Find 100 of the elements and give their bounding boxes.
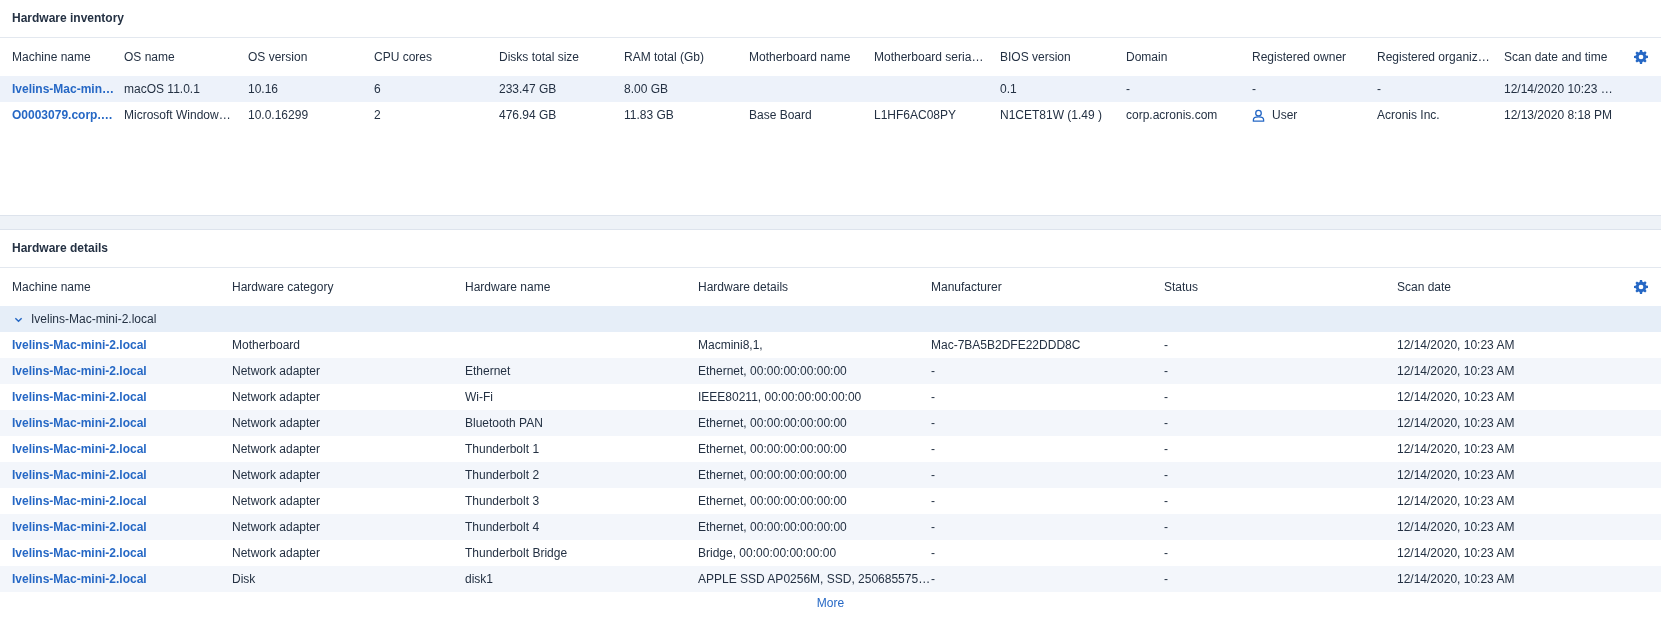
table-cell: 0.1 (1000, 82, 1017, 96)
group-label: Ivelins-Mac-mini-2.local (31, 312, 157, 326)
table-cell: Thunderbolt 1 (465, 442, 540, 456)
settings-icon[interactable] (1634, 50, 1648, 64)
column-header[interactable]: Scan date (1397, 280, 1452, 294)
table-cell: Macmini8,1, (698, 338, 763, 352)
table-cell: - (1164, 494, 1168, 508)
table-cell: 8.00 GB (624, 82, 669, 96)
column-header[interactable]: Manufacturer (931, 280, 1002, 294)
table-cell: - (931, 572, 935, 586)
column-header[interactable]: Machine name (12, 50, 91, 64)
table-cell: 2 (374, 108, 381, 122)
table-cell: Ethernet (465, 364, 511, 378)
machine-link[interactable]: Ivelins-Mac-mini-2.local (12, 416, 147, 430)
table-cell: - (931, 442, 935, 456)
machine-link[interactable]: Ivelins-Mac-mini-2.local (12, 494, 147, 508)
column-header[interactable]: Scan date and time (1504, 50, 1608, 64)
table-cell: - (1164, 364, 1168, 378)
column-header[interactable]: OS version (248, 50, 308, 64)
machine-link[interactable]: Ivelins-Mac-mini-2.local (12, 572, 147, 586)
table-cell: 12/14/2020, 10:23 AM (1397, 442, 1515, 456)
table-cell: Ethernet, 00:00:00:00:00:00 (698, 468, 847, 482)
table-cell: macOS 11.0.1 (124, 82, 200, 96)
table-cell: 233.47 GB (499, 82, 557, 96)
table-cell: Bluetooth PAN (465, 416, 543, 430)
table-cell: Network adapter (232, 546, 321, 560)
column-header[interactable]: Motherboard seria… (874, 50, 984, 64)
table-cell: 12/14/2020, 10:23 AM (1397, 416, 1515, 430)
table-cell: - (931, 546, 935, 560)
table-cell: Network adapter (232, 520, 321, 534)
column-header[interactable]: Hardware category (232, 280, 334, 294)
column-header[interactable]: OS name (124, 50, 175, 64)
table-cell: - (931, 494, 935, 508)
table-cell: - (1164, 546, 1168, 560)
column-header[interactable]: Registered organiz… (1377, 50, 1490, 64)
machine-link[interactable]: Ivelins-Mac-mini-2.local (12, 546, 147, 560)
column-header[interactable]: Hardware name (465, 280, 551, 294)
table-cell: 12/14/2020, 10:23 AM (1397, 390, 1515, 404)
table-cell: corp.acronis.com (1126, 108, 1218, 122)
table-cell: 11.83 GB (624, 108, 674, 122)
machine-link[interactable]: Ivelins-Mac-mini-2.local (12, 468, 147, 482)
table-cell: Ethernet, 00:00:00:00:00:00 (698, 520, 847, 534)
table-cell: Base Board (749, 108, 812, 122)
machine-link[interactable]: Ivelins-Mac-min… (12, 82, 115, 96)
table-cell: IEEE80211, 00:00:00:00:00:00 (698, 390, 862, 404)
section-title: Hardware inventory (0, 0, 1661, 38)
table-cell: Network adapter (232, 494, 321, 508)
table-cell: Motherboard (232, 338, 301, 352)
table-cell: Microsoft Window… (124, 108, 231, 122)
table-cell: Acronis Inc. (1377, 108, 1440, 122)
table-cell: - (1164, 572, 1168, 586)
table-cell: - (931, 416, 935, 430)
column-header[interactable]: BIOS version (1000, 50, 1071, 64)
table-cell: 12/14/2020, 10:23 AM (1397, 338, 1515, 352)
table-cell: - (1164, 520, 1168, 534)
table-cell: - (1126, 82, 1130, 96)
table-cell: disk1 (465, 572, 493, 586)
machine-link[interactable]: O0003079.corp.… (12, 108, 113, 122)
machine-link[interactable]: Ivelins-Mac-mini-2.local (12, 338, 147, 352)
settings-icon[interactable] (1634, 280, 1648, 294)
table-cell: Network adapter (232, 468, 321, 482)
table-cell: Network adapter (232, 364, 321, 378)
table-cell: - (1164, 338, 1168, 352)
table-cell: Thunderbolt 4 (465, 520, 540, 534)
table-cell: 12/14/2020 10:23 … (1504, 82, 1613, 96)
column-header[interactable]: RAM total (Gb) (624, 50, 704, 64)
table-cell: - (931, 364, 935, 378)
table-cell: - (931, 468, 935, 482)
table-cell: 12/14/2020, 10:23 AM (1397, 494, 1515, 508)
table-cell: 476.94 GB (499, 108, 557, 122)
column-header[interactable]: CPU cores (374, 50, 432, 64)
user-icon (1252, 108, 1265, 122)
table-cell: Thunderbolt Bridge (465, 546, 568, 560)
column-header[interactable]: Registered owner (1252, 50, 1347, 64)
table-cell: L1HF6AC08PY (874, 108, 957, 122)
table-cell: - (1164, 390, 1168, 404)
table-cell: Ethernet, 00:00:00:00:00:00 (698, 364, 847, 378)
table-cell: 12/14/2020, 10:23 AM (1397, 468, 1515, 482)
table-cell: APPLE SSD AP0256M, SSD, 250685575… (698, 572, 931, 586)
column-header[interactable]: Domain (1126, 50, 1168, 64)
table-cell: 10.0.16299 (248, 108, 309, 122)
table-cell: - (1164, 416, 1168, 430)
machine-link[interactable]: Ivelins-Mac-mini-2.local (12, 390, 147, 404)
table-cell: Ethernet, 00:00:00:00:00:00 (698, 494, 847, 508)
group-row[interactable]: Ivelins-Mac-mini-2.local (0, 306, 1661, 332)
table-cell: Network adapter (232, 442, 321, 456)
column-header[interactable]: Machine name (12, 280, 91, 294)
more-link[interactable]: More (816, 596, 845, 610)
machine-link[interactable]: Ivelins-Mac-mini-2.local (12, 442, 147, 456)
table-cell: 12/14/2020, 10:23 AM (1397, 546, 1515, 560)
table-cell: 6 (374, 82, 381, 96)
table-cell: Wi-Fi (465, 390, 493, 404)
machine-link[interactable]: Ivelins-Mac-mini-2.local (12, 364, 147, 378)
table-cell: Thunderbolt 2 (465, 468, 540, 482)
machine-link[interactable]: Ivelins-Mac-mini-2.local (12, 520, 147, 534)
column-header[interactable]: Motherboard name (749, 50, 851, 64)
column-header[interactable]: Disks total size (499, 50, 580, 64)
column-header[interactable]: Hardware details (698, 280, 789, 294)
column-header[interactable]: Status (1164, 280, 1199, 294)
table-cell: - (1164, 442, 1168, 456)
